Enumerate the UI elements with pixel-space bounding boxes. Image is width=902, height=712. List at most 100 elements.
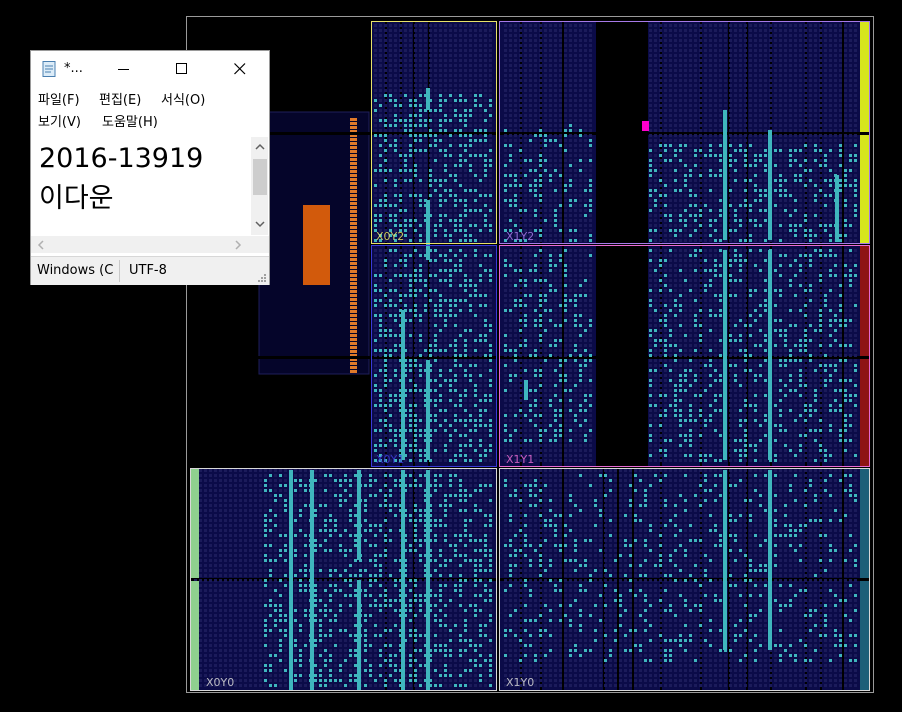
empty-cell (424, 49, 427, 52)
empty-cell (514, 129, 517, 132)
empty-cell (424, 264, 427, 267)
empty-cell (719, 44, 722, 47)
empty-cell (434, 64, 437, 67)
empty-cell (434, 319, 437, 322)
empty-cell (584, 89, 587, 92)
empty-cell (784, 69, 787, 72)
empty-cell (429, 189, 432, 192)
placed-cell (419, 179, 422, 182)
empty-cell (484, 54, 487, 57)
empty-cell (824, 74, 827, 77)
empty-cell (559, 274, 562, 277)
empty-cell (514, 64, 517, 67)
placed-cell (454, 254, 457, 257)
empty-cell (379, 114, 382, 117)
empty-cell (504, 84, 507, 87)
placed-cell (394, 144, 397, 147)
empty-cell (819, 144, 822, 147)
placed-cell (679, 214, 682, 217)
empty-cell (654, 99, 657, 102)
placed-cell (484, 154, 487, 157)
empty-cell (474, 309, 477, 312)
empty-cell (564, 259, 567, 262)
placed-cell (479, 304, 482, 307)
empty-cell (549, 164, 552, 167)
empty-cell (399, 149, 402, 152)
empty-cell (689, 239, 692, 242)
placed-cell (804, 254, 807, 257)
empty-cell (374, 139, 377, 142)
placed-cell (844, 174, 847, 177)
empty-cell (824, 69, 827, 72)
empty-cell (814, 209, 817, 212)
empty-cell (589, 284, 592, 287)
empty-cell (844, 104, 847, 107)
empty-cell (699, 29, 702, 32)
empty-cell (389, 134, 392, 137)
empty-cell (654, 174, 657, 177)
empty-cell (739, 84, 742, 87)
placed-cell (824, 299, 827, 302)
empty-cell (549, 144, 552, 147)
empty-cell (399, 49, 402, 52)
empty-cell (529, 79, 532, 82)
empty-cell (769, 84, 772, 87)
empty-cell (394, 29, 397, 32)
empty-cell (534, 304, 537, 307)
empty-cell (479, 174, 482, 177)
placed-cell (674, 189, 677, 192)
empty-cell (649, 54, 652, 57)
empty-cell (744, 249, 747, 252)
empty-cell (469, 289, 472, 292)
empty-cell (569, 74, 572, 77)
placed-cell (564, 299, 567, 302)
empty-cell (764, 224, 767, 227)
empty-cell (804, 34, 807, 37)
empty-cell (444, 89, 447, 92)
empty-cell (409, 214, 412, 217)
empty-cell (669, 39, 672, 42)
empty-cell (729, 119, 732, 122)
placed-cell (484, 134, 487, 137)
empty-cell (794, 269, 797, 272)
placed-cell (554, 219, 557, 222)
empty-cell (379, 294, 382, 297)
empty-cell (509, 24, 512, 27)
empty-cell (774, 109, 777, 112)
empty-cell (679, 109, 682, 112)
empty-cell (799, 74, 802, 77)
empty-cell (704, 144, 707, 147)
empty-cell (579, 94, 582, 97)
placed-cell (459, 114, 462, 117)
empty-cell (849, 214, 852, 217)
empty-cell (784, 29, 787, 32)
empty-cell (404, 39, 407, 42)
empty-cell (559, 199, 562, 202)
empty-cell (539, 289, 542, 292)
empty-cell (704, 49, 707, 52)
placed-cell (459, 219, 462, 222)
empty-cell (694, 279, 697, 282)
empty-cell (419, 164, 422, 167)
empty-cell (399, 69, 402, 72)
empty-cell (549, 84, 552, 87)
empty-cell (649, 184, 652, 187)
empty-cell (584, 159, 587, 162)
empty-cell (654, 34, 657, 37)
empty-cell (564, 124, 567, 127)
empty-cell (649, 94, 652, 97)
empty-cell (479, 69, 482, 72)
placed-cell (569, 184, 572, 187)
empty-cell (779, 109, 782, 112)
placed-cell (789, 164, 792, 167)
placed-cell (534, 254, 537, 257)
empty-cell (679, 59, 682, 62)
empty-cell (424, 289, 427, 292)
placed-cell (564, 269, 567, 272)
empty-cell (684, 79, 687, 82)
placed-cell (444, 314, 447, 317)
empty-cell (654, 214, 657, 217)
empty-cell (674, 164, 677, 167)
empty-cell (589, 314, 592, 317)
empty-cell (559, 289, 562, 292)
